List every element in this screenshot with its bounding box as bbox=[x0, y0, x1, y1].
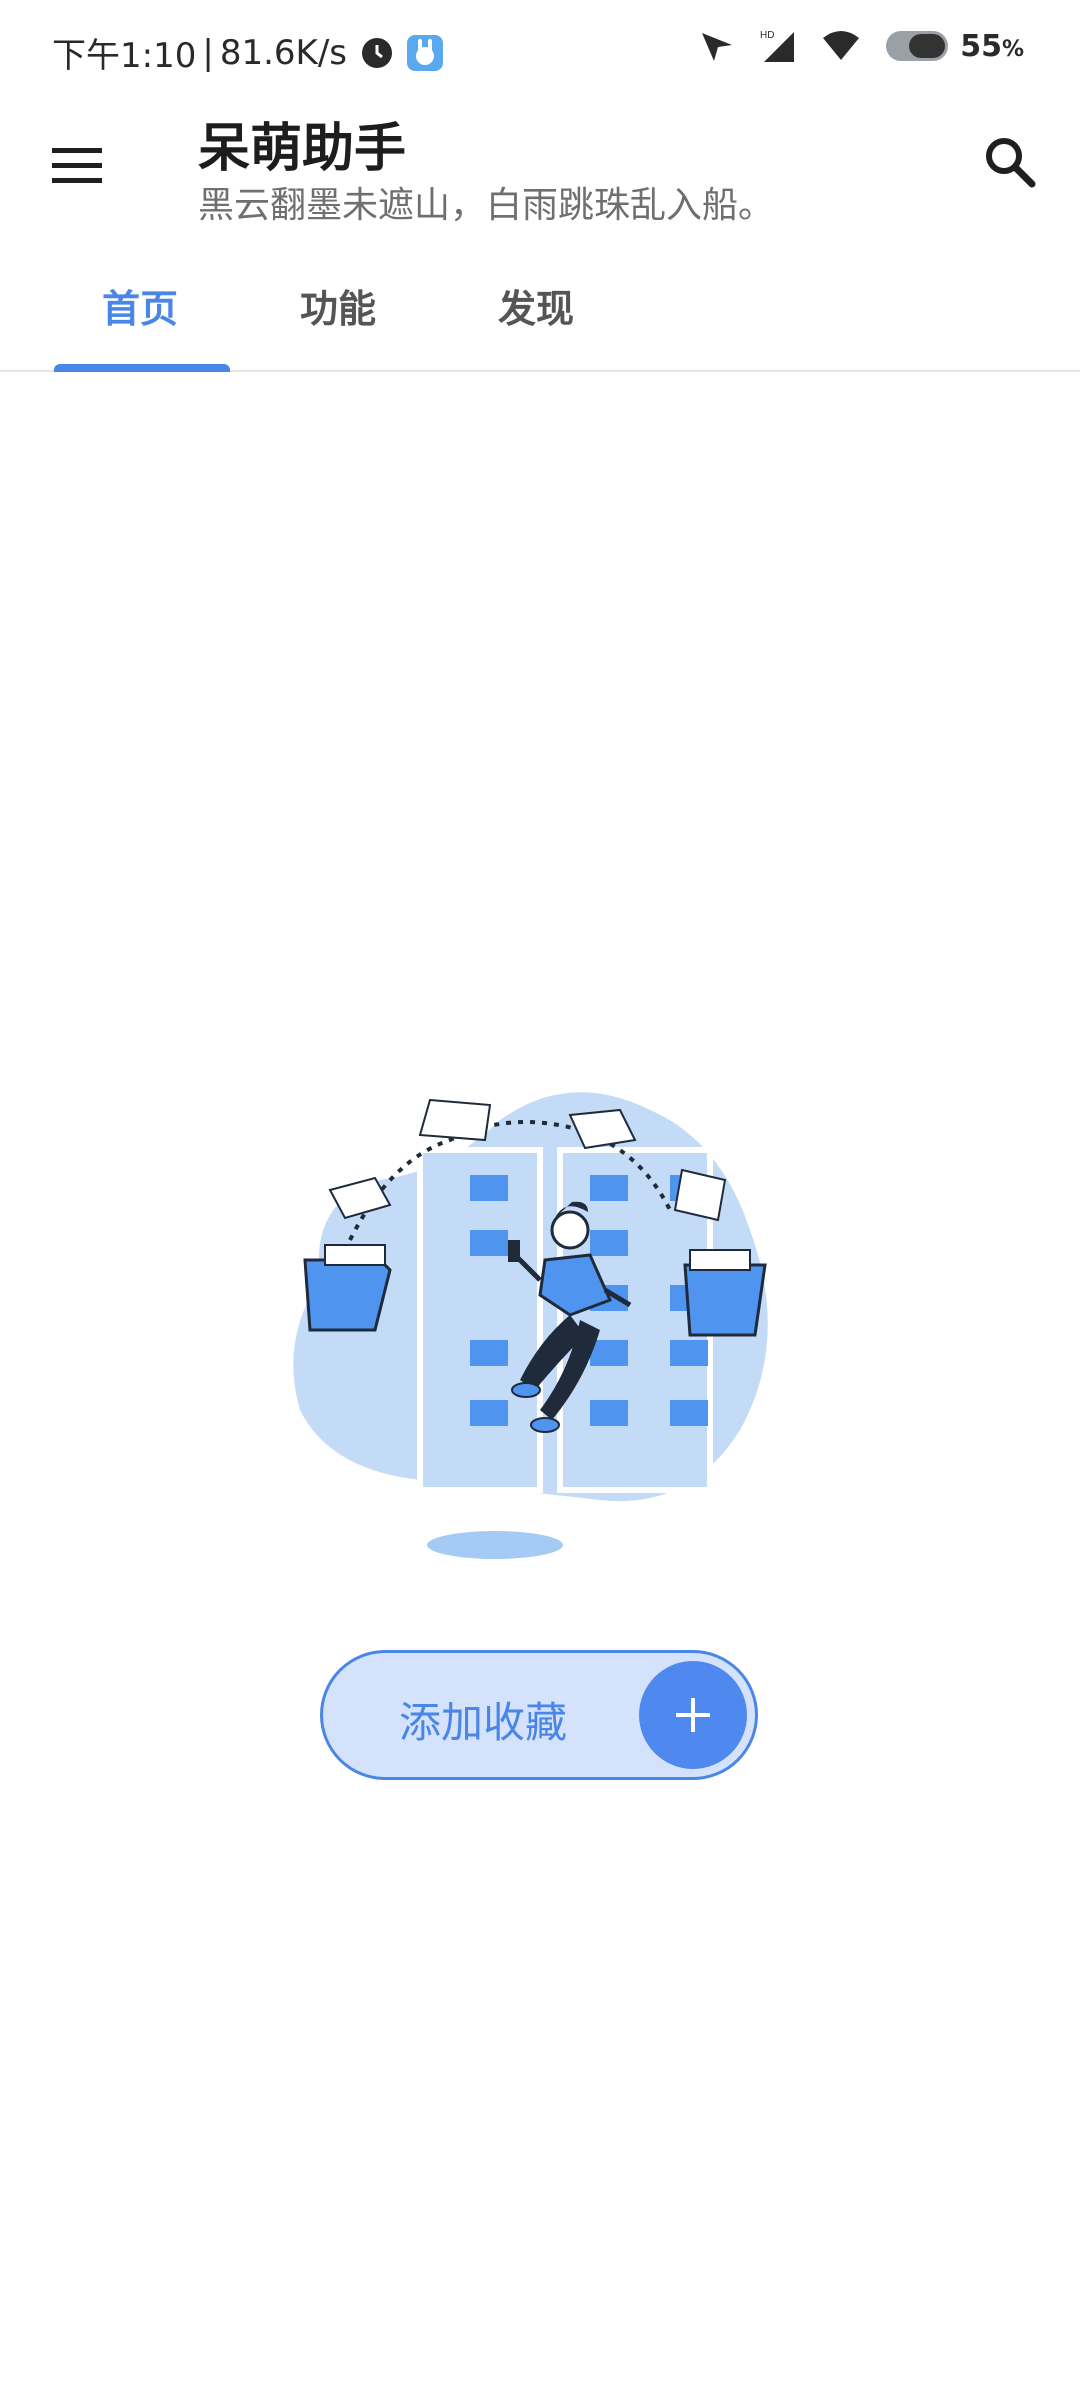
svg-text:HD: HD bbox=[760, 30, 774, 41]
plus-icon[interactable] bbox=[639, 1661, 747, 1769]
menu-icon[interactable] bbox=[48, 136, 106, 194]
tab-discover[interactable]: 发现 bbox=[498, 278, 574, 333]
status-time: 下午1:10 bbox=[52, 36, 197, 76]
search-icon[interactable] bbox=[980, 132, 1040, 192]
app-title: 呆萌助手 bbox=[198, 119, 407, 179]
battery-percent: 55% bbox=[960, 29, 1024, 64]
location-arrow-icon bbox=[702, 33, 733, 61]
tab-bar: 首页 功能 发现 bbox=[0, 236, 1080, 372]
add-favorite-label: 添加收藏 bbox=[399, 1698, 568, 1747]
person-with-folders-illustration bbox=[293, 1092, 768, 1559]
hd-signal-icon: HD bbox=[760, 30, 795, 62]
status-left: 下午1:10 | 81.6K/s bbox=[52, 28, 443, 77]
battery-value: 55 bbox=[960, 28, 1002, 64]
add-favorite-button[interactable]: 添加收藏 bbox=[320, 1650, 758, 1780]
tab-features[interactable]: 功能 bbox=[300, 278, 376, 333]
battery-icon bbox=[886, 31, 949, 61]
status-bar: 下午1:10 | 81.6K/s HD 55% bbox=[0, 0, 1080, 96]
app-subtitle: 黑云翻墨未遮山，白雨跳珠乱入船。 bbox=[198, 185, 775, 226]
network-speed: 81.6K/s bbox=[219, 32, 347, 73]
status-right: HD 55% bbox=[674, 28, 1024, 64]
wifi-icon bbox=[823, 31, 860, 60]
clock-icon bbox=[362, 37, 392, 68]
app-notification-icon bbox=[407, 34, 443, 71]
tab-indicator bbox=[54, 364, 230, 372]
battery-unit: % bbox=[1001, 36, 1024, 62]
tab-home[interactable]: 首页 bbox=[102, 278, 178, 333]
app-bar: 呆萌助手 黑云翻墨未遮山，白雨跳珠乱入船。 bbox=[0, 96, 1080, 236]
status-separator: | bbox=[202, 32, 214, 73]
